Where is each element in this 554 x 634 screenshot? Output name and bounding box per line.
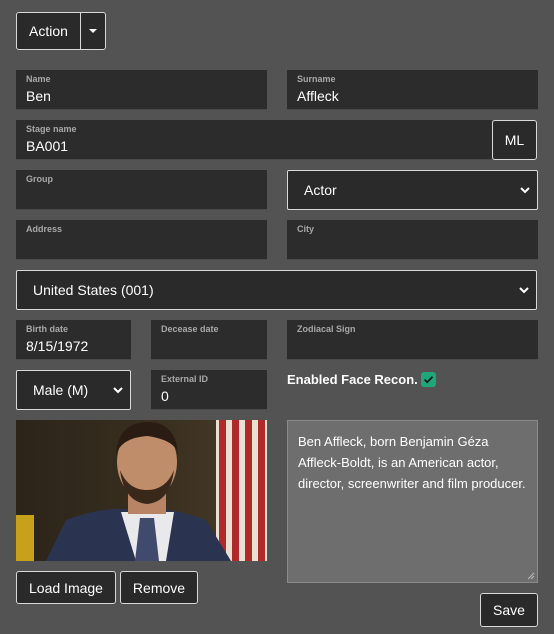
address-field[interactable]: Address xyxy=(16,220,267,260)
birth-date-value: 8/15/1972 xyxy=(26,338,89,354)
load-image-button[interactable]: Load Image xyxy=(16,571,116,604)
birth-date-field[interactable]: Birth date 8/15/1972 xyxy=(16,320,131,360)
role-select[interactable]: Actor xyxy=(287,170,538,210)
surname-value: Affleck xyxy=(297,88,339,104)
ml-label: ML xyxy=(504,132,525,148)
ml-button[interactable]: ML xyxy=(492,120,537,160)
country-selected: United States (001) xyxy=(33,282,154,298)
stage-name-label: Stage name xyxy=(26,124,77,134)
load-image-label: Load Image xyxy=(29,579,103,596)
stage-name-value: BA001 xyxy=(26,138,69,154)
decease-date-field[interactable]: Decease date xyxy=(151,320,267,360)
resize-handle-icon[interactable] xyxy=(527,572,535,580)
external-id-field[interactable]: External ID 0 xyxy=(151,370,267,410)
check-icon xyxy=(423,376,434,384)
face-recon-checkbox[interactable] xyxy=(421,372,436,387)
remove-button[interactable]: Remove xyxy=(120,571,198,604)
city-label: City xyxy=(297,224,315,234)
gender-selected: Male (M) xyxy=(33,382,89,398)
face-recon-label: Enabled Face Recon. xyxy=(287,372,418,387)
stage-name-field[interactable]: Stage name BA001 xyxy=(16,120,492,160)
country-select[interactable]: United States (001) xyxy=(16,270,537,310)
decease-date-label: Decease date xyxy=(161,324,219,334)
birth-date-label: Birth date xyxy=(26,324,69,334)
city-field[interactable]: City xyxy=(287,220,538,260)
action-button[interactable]: Action xyxy=(16,12,81,50)
group-field[interactable]: Group xyxy=(16,170,267,210)
bio-text: Ben Affleck, born Benjamin Géza Affleck-… xyxy=(298,434,526,491)
caret-down-icon xyxy=(89,29,97,33)
remove-label: Remove xyxy=(132,579,186,596)
zodiacal-sign-field[interactable]: Zodiacal Sign xyxy=(287,320,538,360)
surname-field[interactable]: Surname Affleck xyxy=(287,70,538,110)
zodiacal-sign-label: Zodiacal Sign xyxy=(297,324,356,334)
save-label: Save xyxy=(493,602,525,618)
name-value: Ben xyxy=(26,88,51,104)
gender-select[interactable]: Male (M) xyxy=(16,370,131,410)
chevron-down-icon xyxy=(519,287,529,294)
role-selected: Actor xyxy=(304,182,337,198)
chevron-down-icon xyxy=(113,387,123,394)
group-label: Group xyxy=(26,174,53,184)
profile-photo xyxy=(16,420,267,561)
external-id-label: External ID xyxy=(161,374,209,384)
action-label: Action xyxy=(29,23,68,39)
name-label: Name xyxy=(26,74,51,84)
external-id-value: 0 xyxy=(161,388,169,404)
address-label: Address xyxy=(26,224,63,234)
action-dropdown-toggle[interactable] xyxy=(80,12,106,50)
chevron-down-icon xyxy=(520,187,530,194)
bio-textarea[interactable]: Ben Affleck, born Benjamin Géza Affleck-… xyxy=(287,420,538,583)
name-field[interactable]: Name Ben xyxy=(16,70,267,110)
save-button[interactable]: Save xyxy=(480,593,538,627)
surname-label: Surname xyxy=(297,74,336,84)
